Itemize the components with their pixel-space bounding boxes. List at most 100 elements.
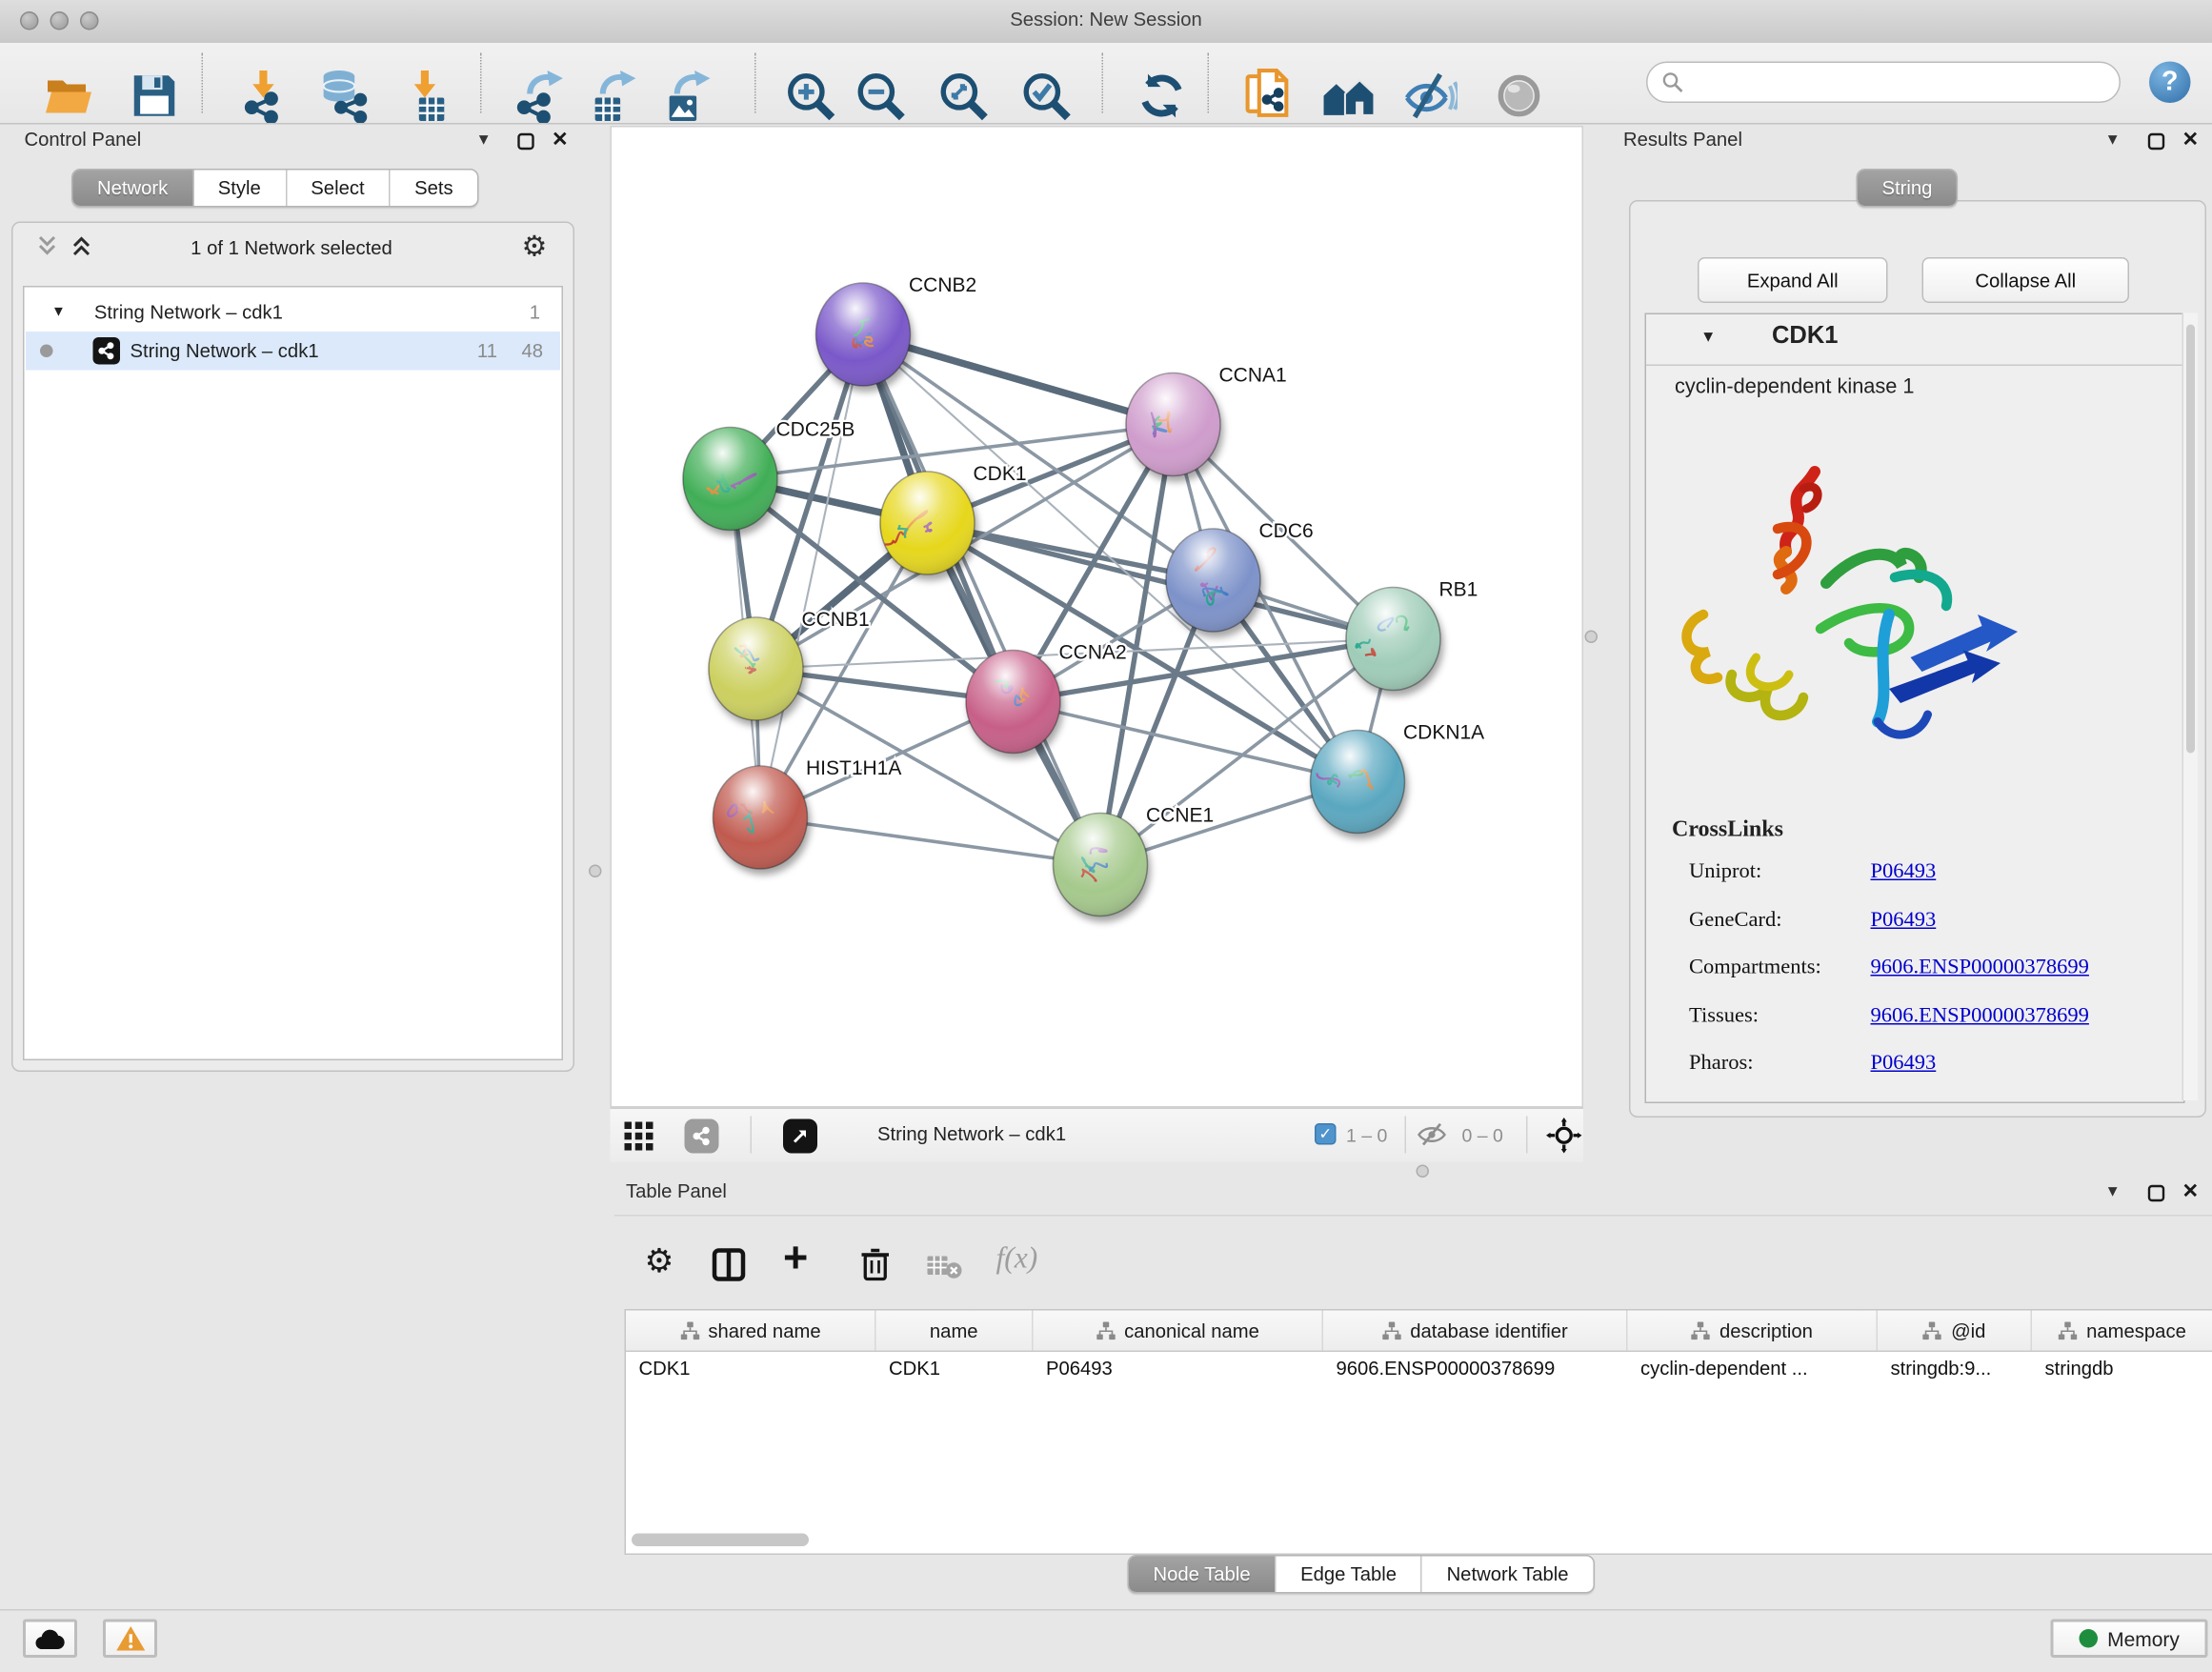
results-panel-float-icon[interactable] (2148, 133, 2165, 151)
hidden-eye-slash-icon[interactable] (1418, 1122, 1446, 1148)
memory-button[interactable]: Memory (2051, 1620, 2208, 1659)
tab-sets[interactable]: Sets (389, 171, 477, 207)
node-RB1[interactable] (1346, 588, 1440, 691)
help-button[interactable]: ? (2149, 62, 2191, 104)
table-cell[interactable]: cyclin-dependent ... (1628, 1351, 1879, 1390)
vertical-splitter-handle[interactable] (589, 865, 602, 878)
export-table-button[interactable] (586, 66, 643, 126)
hide-string-style-button[interactable] (1402, 66, 1459, 126)
tab-select[interactable]: Select (285, 171, 389, 207)
horizontal-splitter-handle[interactable] (1417, 1165, 1430, 1178)
new-network-from-selection-button[interactable] (1240, 66, 1297, 126)
node-CDC6[interactable] (1166, 529, 1260, 632)
network-overview-button[interactable] (685, 1119, 719, 1154)
import-table-button[interactable] (400, 66, 457, 126)
network-row-selected[interactable]: String Network – cdk1 11 48 (26, 332, 560, 371)
table-panel-float-icon[interactable] (2148, 1185, 2165, 1202)
horizontal-scrollbar-thumb[interactable] (632, 1534, 809, 1547)
results-panel-close-icon[interactable]: ✕ (2182, 128, 2200, 152)
table-cell[interactable]: CDK1 (626, 1351, 876, 1390)
search-input[interactable] (1692, 71, 2105, 95)
clear-table-button-disabled[interactable] (926, 1252, 963, 1280)
import-network-from-database-button[interactable] (314, 66, 372, 126)
node-HIST1H1A[interactable] (714, 766, 808, 869)
node-CDK1[interactable] (880, 472, 975, 574)
tab-network[interactable]: Network (73, 171, 192, 207)
export-image-button[interactable] (660, 66, 717, 126)
tab-network-table[interactable]: Network Table (1421, 1557, 1593, 1593)
detach-view-button[interactable] (783, 1119, 817, 1154)
network-options-gear-icon[interactable]: ⚙ (522, 229, 548, 265)
vertical-splitter-handle[interactable] (1585, 631, 1599, 644)
string-home-button[interactable] (1320, 66, 1377, 126)
crosslink-value[interactable]: P06493 (1871, 860, 1937, 883)
table-cell[interactable]: stringdb:9... (1878, 1351, 2032, 1390)
open-session-button[interactable] (40, 66, 97, 126)
zoom-in-button[interactable] (782, 66, 839, 126)
column-header-name[interactable]: name (876, 1311, 1034, 1351)
column-header--id[interactable]: @id (1878, 1311, 2032, 1351)
edge-CCNB2-CCNA1[interactable] (863, 334, 1174, 425)
warnings-button[interactable] (103, 1620, 157, 1659)
refresh-button[interactable] (1134, 66, 1191, 126)
collapse-all-button[interactable]: Collapse All (1922, 257, 2130, 303)
node-CCNA1[interactable] (1126, 373, 1220, 476)
tab-node-table[interactable]: Node Table (1129, 1557, 1275, 1593)
gene-collapse-arrow-icon[interactable]: ▼ (1700, 329, 1716, 346)
edge-HIST1H1A-CCNE1[interactable] (760, 817, 1100, 865)
tab-style[interactable]: Style (192, 171, 286, 207)
control-panel-menu-icon[interactable]: ▼ (476, 131, 492, 149)
table-cell[interactable]: 9606.ENSP00000378699 (1323, 1351, 1628, 1390)
view-grid-button[interactable] (623, 1120, 654, 1152)
column-header-database-identifier[interactable]: database identifier (1323, 1311, 1628, 1351)
results-scrollbar-thumb[interactable] (2185, 325, 2194, 754)
table-cell[interactable]: stringdb (2032, 1351, 2212, 1390)
delete-column-button[interactable] (859, 1248, 893, 1282)
node-CCNB1[interactable] (709, 617, 803, 720)
column-header-namespace[interactable]: namespace (2032, 1311, 2212, 1351)
node-CCNA2[interactable] (966, 651, 1060, 754)
node-CDC25B[interactable] (683, 428, 777, 531)
zoom-selected-button[interactable] (1017, 66, 1075, 126)
save-session-button[interactable] (126, 66, 183, 126)
table-panel-close-icon[interactable]: ✕ (2182, 1179, 2200, 1204)
zoom-fit-button[interactable] (935, 66, 992, 126)
table-cell[interactable]: CDK1 (876, 1351, 1034, 1390)
show-columns-button[interactable] (712, 1248, 746, 1282)
edge-CDK1-RB1[interactable] (928, 523, 1394, 639)
zoom-out-button[interactable] (852, 66, 909, 126)
cloud-button[interactable] (23, 1620, 77, 1659)
column-header-canonical-name[interactable]: canonical name (1034, 1311, 1324, 1351)
export-network-button[interactable] (513, 66, 571, 126)
tab-edge-table[interactable]: Edge Table (1275, 1557, 1420, 1593)
results-scrollbar[interactable] (2182, 313, 2199, 1101)
expand-all-button[interactable]: Expand All (1698, 257, 1888, 303)
node-CCNB2[interactable] (816, 283, 911, 386)
control-panel-close-icon[interactable]: ✕ (552, 128, 569, 152)
table-row[interactable]: CDK1CDK1P064939606.ENSP00000378699cyclin… (626, 1351, 2212, 1390)
column-header-shared-name[interactable]: shared name (626, 1311, 876, 1351)
results-panel-menu-icon[interactable]: ▼ (2105, 131, 2121, 149)
crosslink-value[interactable]: 9606.ENSP00000378699 (1871, 1004, 2089, 1027)
search-field[interactable] (1646, 62, 2121, 104)
edge-CCNB2-HIST1H1A[interactable] (760, 334, 863, 817)
fit-selected-crosshair-button[interactable] (1546, 1118, 1582, 1154)
function-builder-button-disabled[interactable]: f(x) (996, 1240, 1038, 1277)
collection-expand-arrow-icon[interactable]: ▼ (51, 305, 66, 321)
edge-CCNB2-CCNE1[interactable] (863, 334, 1100, 865)
network-graph[interactable]: CCNB2CCNA1CDC25BCDK1CDC6RB1CCNB1CCNA2CDK… (612, 128, 1582, 1107)
selected-nodes-checkbox[interactable]: ✓ (1315, 1123, 1337, 1145)
tab-string[interactable]: String (1858, 171, 1957, 207)
node-CCNE1[interactable] (1054, 814, 1148, 917)
crosslink-value[interactable]: P06493 (1871, 908, 1937, 931)
table-cell[interactable]: P06493 (1034, 1351, 1324, 1390)
add-column-button[interactable]: + (783, 1235, 808, 1283)
control-panel-float-icon[interactable] (517, 133, 534, 151)
node-CDKN1A[interactable] (1311, 731, 1405, 834)
column-header-description[interactable]: description (1628, 1311, 1879, 1351)
crosslink-value[interactable]: P06493 (1871, 1052, 1937, 1075)
network-collection-row[interactable]: ▼ String Network – cdk1 1 (26, 293, 560, 332)
table-options-gear-icon[interactable]: ⚙ (645, 1242, 674, 1281)
table-panel-menu-icon[interactable]: ▼ (2105, 1183, 2121, 1200)
network-canvas[interactable]: CCNB2CCNA1CDC25BCDK1CDC6RB1CCNB1CCNA2CDK… (611, 126, 1584, 1108)
